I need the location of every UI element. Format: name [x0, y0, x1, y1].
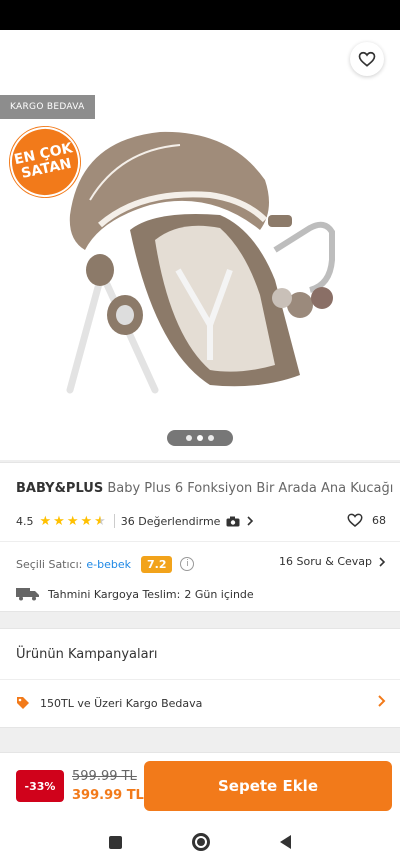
- add-to-cart-button[interactable]: Sepete Ekle: [144, 761, 392, 811]
- product-gallery[interactable]: KARGO BEDAVA EN ÇOK SATAN: [0, 30, 400, 460]
- chevron-right-icon: [378, 695, 386, 707]
- arrow-left-icon: [20, 51, 38, 67]
- info-icon[interactable]: i: [180, 557, 195, 571]
- carousel-dot[interactable]: [197, 435, 203, 441]
- top-actions: [0, 30, 400, 88]
- campaign-item[interactable]: 150TL ve Üzeri Kargo Bedava: [16, 691, 386, 715]
- current-price: 399.99 TL: [72, 788, 144, 803]
- rating-row: 4.5 ★ ★ ★ ★ ★ 36 Değerlendirme 68: [16, 511, 386, 531]
- delivery-label: Tahmini Kargoya Teslim:: [48, 587, 181, 601]
- truck-icon: [16, 588, 39, 601]
- qa-link[interactable]: 16 Soru & Cevap: [279, 555, 386, 568]
- discount-badge: -33%: [16, 770, 64, 802]
- cargo-free-badge: KARGO BEDAVA: [0, 95, 95, 119]
- separator: [113, 514, 115, 528]
- likes-count: 68: [372, 513, 386, 527]
- carousel-dot[interactable]: [186, 435, 192, 441]
- qa-label: 16 Soru & Cevap: [279, 555, 372, 568]
- product-brand[interactable]: BABY&PLUS: [16, 481, 103, 496]
- campaign-label: 150TL ve Üzeri Kargo Bedava: [40, 696, 203, 710]
- star-icon: ★: [39, 513, 52, 529]
- product-title: BABY&PLUS Baby Plus 6 Fonksiyon Bir Arad…: [16, 481, 400, 496]
- recents-button[interactable]: [109, 835, 122, 849]
- back-button[interactable]: [14, 44, 44, 74]
- delivery-value: 2 Gün içinde: [184, 587, 254, 601]
- delivery-row: Tahmini Kargoya Teslim: 2 Gün içinde: [16, 585, 386, 603]
- chevron-right-icon: [247, 516, 254, 526]
- product-name: Baby Plus 6 Fonksiyon Bir Arada Ana Kuca…: [107, 481, 394, 496]
- campaigns-title: Ürünün Kampanyaları: [16, 647, 158, 662]
- rating-value: 4.5: [16, 514, 34, 528]
- seller-name-link[interactable]: e-bebek: [86, 558, 131, 571]
- system-nav-bar: [0, 818, 400, 866]
- carousel-dot[interactable]: [208, 435, 214, 441]
- tag-icon: [17, 697, 29, 709]
- rating-stars: ★ ★ ★ ★ ★: [40, 515, 106, 528]
- favorite-button[interactable]: [350, 42, 384, 76]
- star-icon: ★: [80, 513, 93, 529]
- seller-score-badge: 7.2: [140, 555, 173, 573]
- divider: [0, 541, 400, 542]
- heart-outline-icon: [347, 513, 363, 527]
- star-half-icon: ★: [94, 513, 106, 529]
- status-bar: [0, 0, 400, 30]
- product-info-card: BABY&PLUS Baby Plus 6 Fonksiyon Bir Arad…: [0, 462, 400, 612]
- heart-icon: [358, 51, 376, 67]
- reviews-link[interactable]: 36 Değerlendirme: [121, 515, 255, 528]
- seller-label: Seçili Satıcı:: [16, 557, 83, 571]
- carousel-indicator: [167, 430, 233, 446]
- seller-row: Seçili Satıcı: e-bebek 7.2 i 16 Soru & C…: [16, 553, 386, 575]
- camera-icon: [226, 516, 240, 526]
- likes[interactable]: 68: [346, 511, 386, 529]
- divider: [0, 679, 400, 680]
- back-nav-button[interactable]: [280, 835, 291, 849]
- bottom-action-bar: -33% 599.99 TL 399.99 TL Sepete Ekle: [0, 752, 400, 818]
- home-icon: [197, 838, 205, 846]
- share-icon: [306, 49, 324, 69]
- campaigns-card: Ürünün Kampanyaları 150TL ve Üzeri Kargo…: [0, 628, 400, 728]
- share-button[interactable]: [300, 44, 330, 74]
- chevron-right-icon: [379, 556, 386, 567]
- reviews-count: 36 Değerlendirme: [120, 514, 221, 528]
- star-icon: ★: [53, 513, 65, 529]
- old-price: 599.99 TL: [72, 769, 137, 784]
- product-image: [66, 131, 335, 394]
- home-button[interactable]: [192, 833, 210, 851]
- star-icon: ★: [66, 513, 79, 529]
